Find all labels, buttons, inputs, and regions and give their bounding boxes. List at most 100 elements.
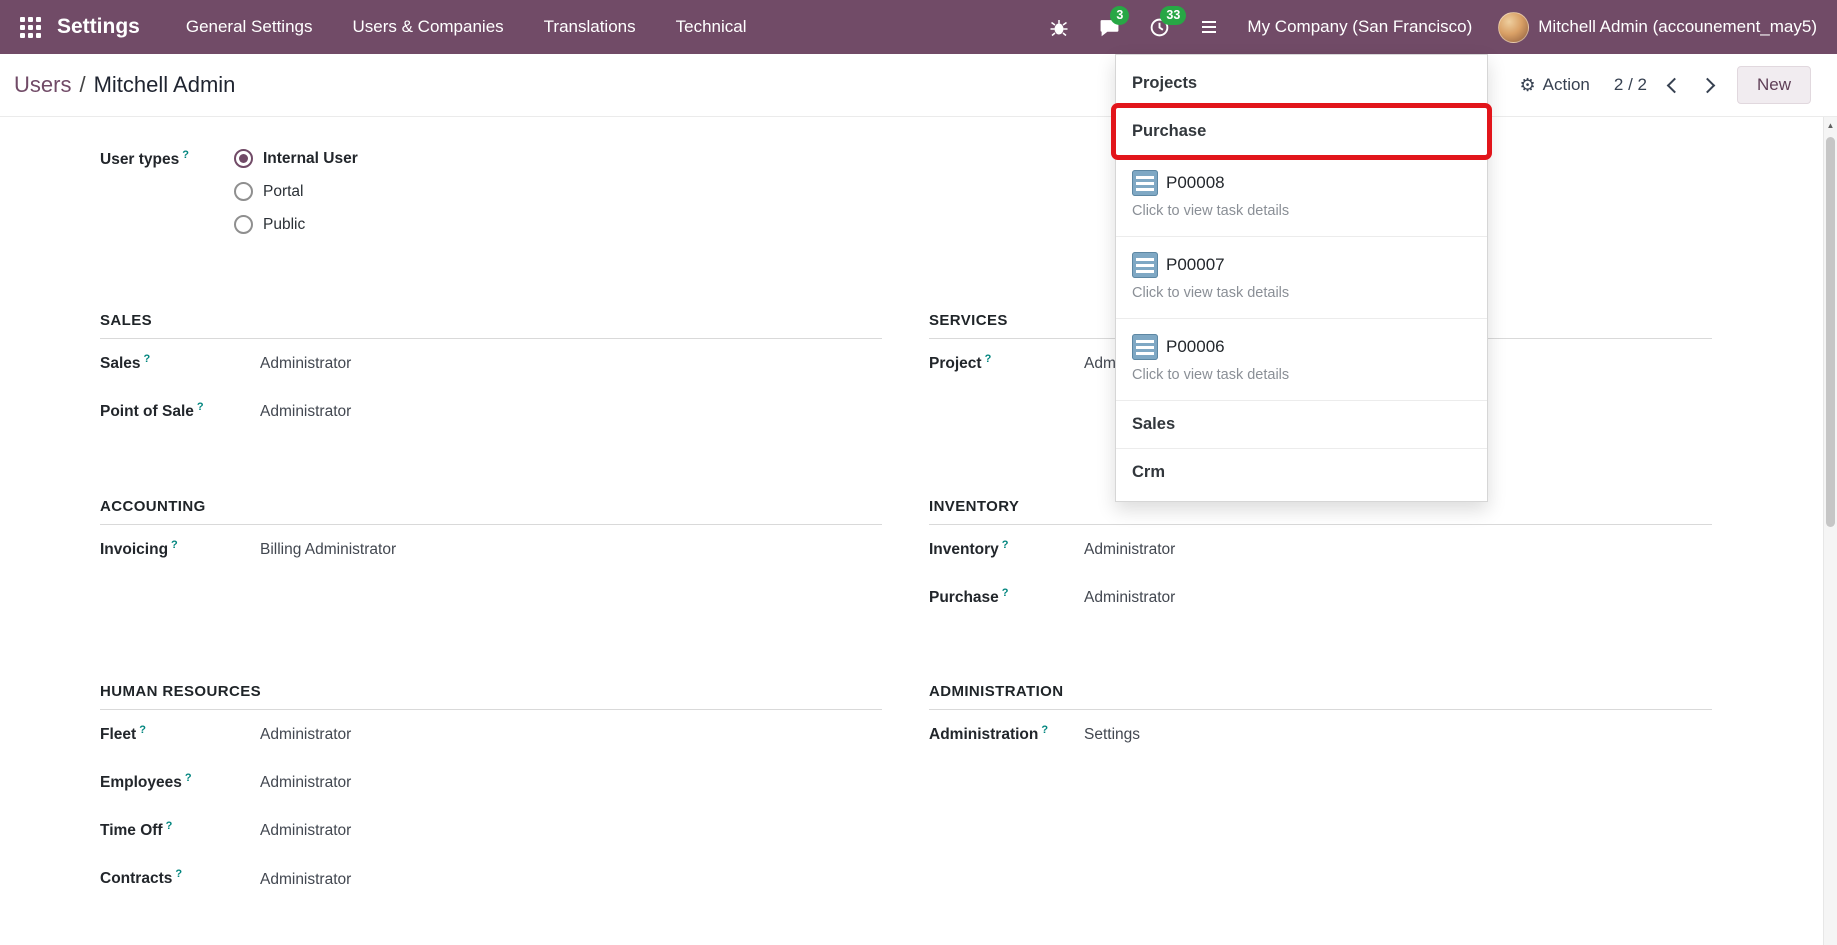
field-value[interactable]: Administrator (260, 822, 882, 840)
gear-icon: ⚙ (1520, 75, 1536, 96)
user-form: User types? Internal User Portal Public (0, 117, 1837, 903)
field-label: Time Off? (100, 820, 260, 840)
field-label: Contracts? (100, 868, 260, 888)
field-value[interactable]: Administrator (260, 774, 882, 792)
menu-technical[interactable]: Technical (676, 17, 747, 37)
help-icon[interactable]: ? (166, 820, 173, 832)
field-value[interactable]: Administrator (1084, 589, 1712, 607)
user-types-radio-group: Internal User Portal Public (234, 149, 1837, 234)
top-navbar: Settings General Settings Users & Compan… (0, 0, 1837, 54)
menu-general-settings[interactable]: General Settings (186, 17, 313, 37)
field-value[interactable]: Settings (1084, 726, 1712, 744)
breadcrumb-users-link[interactable]: Users (14, 72, 71, 98)
section-title: ADMINISTRATION (929, 683, 1712, 710)
help-icon[interactable]: ? (1041, 724, 1048, 736)
vertical-scrollbar[interactable]: ▲ (1823, 117, 1837, 945)
task-item-p00007[interactable]: P00007 Click to view task details (1116, 237, 1487, 318)
bug-icon[interactable] (1047, 15, 1071, 39)
radio-public[interactable]: Public (234, 215, 1837, 234)
field-point-of-sale: Point of Sale? Administrator (100, 387, 882, 435)
scrollbar-thumb[interactable] (1826, 137, 1835, 527)
radio-label: Public (263, 216, 305, 234)
field-value[interactable]: Administrator (260, 871, 882, 889)
user-name: Mitchell Admin (accounement_may5) (1538, 17, 1817, 37)
field-time-off: Time Off? Administrator (100, 806, 882, 854)
user-types-field: User types? Internal User Portal Public (100, 149, 1837, 234)
field-label: Inventory? (929, 539, 1084, 559)
dropdown-item-projects[interactable]: Projects (1116, 60, 1487, 107)
left-column: SALES Sales? Administrator Point of Sale… (100, 312, 882, 903)
section-title: INVENTORY (929, 498, 1712, 525)
radio-unselected-icon[interactable] (234, 182, 253, 201)
task-subtitle: Click to view task details (1132, 367, 1471, 383)
odoo-settings-screen: Settings General Settings Users & Compan… (0, 0, 1837, 945)
field-value[interactable]: Administrator (260, 403, 882, 421)
pager-value: 2 / 2 (1614, 75, 1647, 95)
field-value[interactable]: Administrator (1084, 541, 1712, 559)
company-switcher[interactable]: My Company (San Francisco) (1247, 17, 1472, 37)
help-icon[interactable]: ? (197, 401, 204, 413)
systray-dropdown-panel: Projects Purchase P00008 Click to view t… (1115, 54, 1488, 502)
apps-grid-icon[interactable] (20, 17, 41, 38)
help-icon[interactable]: ? (985, 353, 992, 365)
menu-users-companies[interactable]: Users & Companies (352, 17, 503, 37)
breadcrumb-current: Mitchell Admin (94, 72, 236, 98)
pager-previous-icon[interactable] (1667, 77, 1683, 93)
section-title: SALES (100, 312, 882, 339)
radio-selected-icon[interactable] (234, 149, 253, 168)
field-value[interactable]: Billing Administrator (260, 541, 882, 559)
help-icon[interactable]: ? (171, 539, 178, 551)
radio-internal-user[interactable]: Internal User (234, 149, 1837, 168)
task-item-p00006[interactable]: P00006 Click to view task details (1116, 319, 1487, 400)
breadcrumb-separator: / (79, 72, 85, 98)
menu-translations[interactable]: Translations (544, 17, 636, 37)
systray-list-icon[interactable] (1197, 15, 1221, 39)
field-invoicing: Invoicing? Billing Administrator (100, 525, 882, 573)
messages-badge: 3 (1110, 6, 1129, 25)
form-columns: SALES Sales? Administrator Point of Sale… (100, 312, 1837, 903)
app-title[interactable]: Settings (57, 15, 140, 39)
section-accounting: ACCOUNTING Invoicing? Billing Administra… (100, 498, 882, 683)
field-value[interactable]: Administrator (260, 355, 882, 373)
section-title: ACCOUNTING (100, 498, 882, 525)
field-value[interactable]: Administrator (260, 726, 882, 744)
help-icon[interactable]: ? (139, 724, 146, 736)
task-item-p00008[interactable]: P00008 Click to view task details (1116, 155, 1487, 236)
radio-label: Portal (263, 183, 304, 201)
field-sales: Sales? Administrator (100, 339, 882, 387)
new-button[interactable]: New (1737, 66, 1811, 104)
pager: 2 / 2 (1614, 75, 1713, 95)
radio-unselected-icon[interactable] (234, 215, 253, 234)
field-label: Purchase? (929, 587, 1084, 607)
help-icon[interactable]: ? (182, 149, 189, 161)
help-icon[interactable]: ? (175, 868, 182, 880)
task-card-icon (1132, 334, 1158, 360)
field-label: Administration? (929, 724, 1084, 744)
dropdown-item-purchase-highlighted[interactable]: Purchase (1116, 108, 1487, 155)
help-icon[interactable]: ? (1002, 539, 1009, 551)
section-administration: ADMINISTRATION Administration? Settings (929, 683, 1712, 758)
field-label: Project? (929, 353, 1084, 373)
activities-clock-icon[interactable]: 33 (1147, 15, 1171, 39)
navbar-right: 3 33 My Company (San Francisco) Mitchell… (1047, 12, 1817, 43)
user-avatar (1498, 12, 1529, 43)
radio-portal[interactable]: Portal (234, 182, 1837, 201)
task-subtitle: Click to view task details (1132, 203, 1471, 219)
user-menu[interactable]: Mitchell Admin (accounement_may5) (1498, 12, 1817, 43)
help-icon[interactable]: ? (1002, 587, 1009, 599)
field-administration: Administration? Settings (929, 710, 1712, 758)
field-label: Fleet? (100, 724, 260, 744)
section-human-resources: HUMAN RESOURCES Fleet? Administrator Emp… (100, 683, 882, 903)
control-panel-right: ⚙ Action 2 / 2 New (1520, 66, 1812, 104)
scroll-up-arrow-icon[interactable]: ▲ (1824, 117, 1837, 133)
help-icon[interactable]: ? (185, 772, 192, 784)
action-menu-button[interactable]: ⚙ Action (1520, 75, 1590, 96)
pager-next-icon[interactable] (1700, 77, 1716, 93)
dropdown-item-crm[interactable]: Crm (1116, 449, 1487, 496)
messages-icon[interactable]: 3 (1097, 15, 1121, 39)
help-icon[interactable]: ? (144, 353, 151, 365)
field-label: Sales? (100, 353, 260, 373)
task-title: P00007 (1166, 255, 1225, 275)
dropdown-item-sales[interactable]: Sales (1116, 401, 1487, 448)
section-sales: SALES Sales? Administrator Point of Sale… (100, 312, 882, 498)
